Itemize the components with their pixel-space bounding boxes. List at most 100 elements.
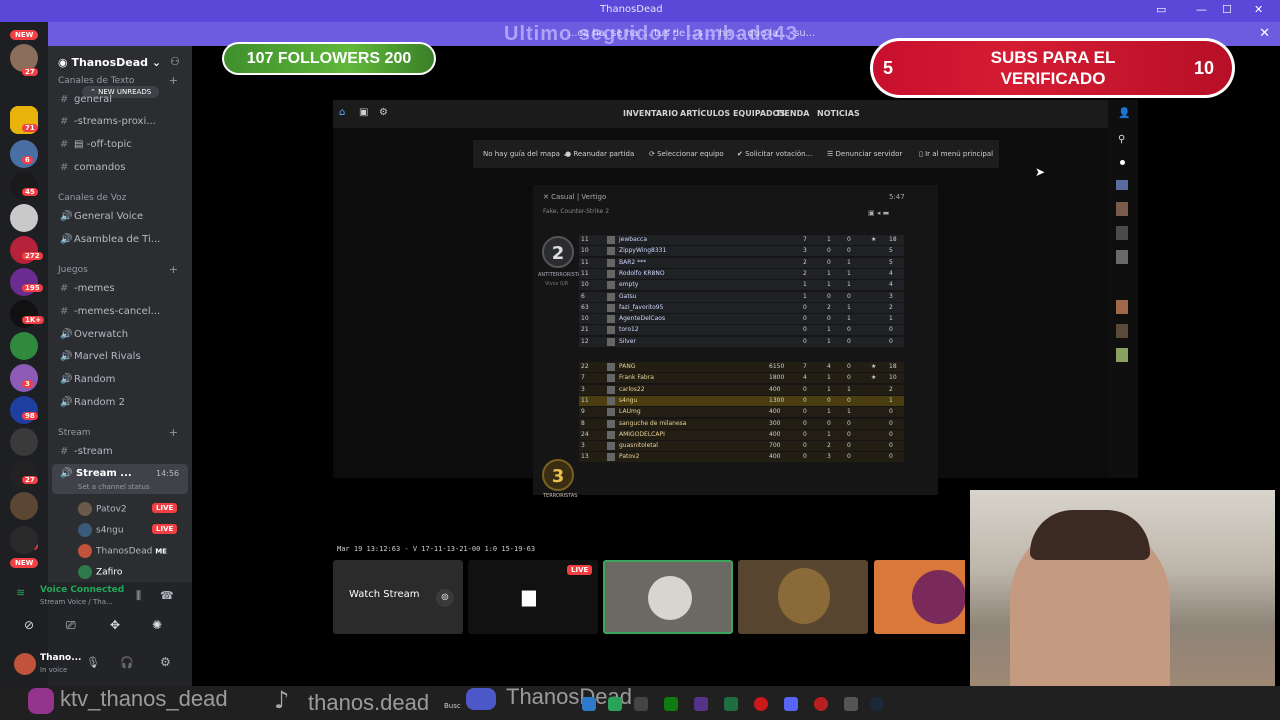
player-row[interactable]: 24 AMIGODELCAPI 400 0 1 0 0 <box>579 429 904 440</box>
nav-noticias[interactable]: NOTICIAS <box>817 109 860 118</box>
camera-off-icon[interactable]: ⊘ <box>24 618 34 632</box>
soundboard-icon[interactable]: ✺ <box>152 618 162 632</box>
voice-user-patov2[interactable]: Patov2 <box>78 502 127 516</box>
app-icon[interactable] <box>634 697 648 711</box>
add-channel-icon[interactable]: + <box>169 263 178 276</box>
disconnect-icon[interactable]: ☎ <box>160 589 174 602</box>
category-games[interactable]: Juegos <box>58 265 88 275</box>
discord-taskbar-icon[interactable] <box>784 697 798 711</box>
player-row[interactable]: 12 Silver 0 1 0 0 <box>579 336 904 347</box>
set-channel-status[interactable]: Set a channel status <box>78 483 150 491</box>
player-row[interactable]: 11 BAR2 *** 2 0 1 5 <box>579 257 904 268</box>
player-row[interactable]: 10 ZippyWing8331 3 0 0 5 <box>579 246 904 257</box>
player-row[interactable]: 6 Gatsu 1 0 0 3 <box>579 291 904 302</box>
channel-stream[interactable]: # -stream <box>60 446 113 457</box>
voice-channel-general[interactable]: 🔊 General Voice <box>60 211 143 222</box>
avatar[interactable] <box>14 653 36 675</box>
player-row[interactable]: 10 AgenteDelCaos 0 0 1 1 <box>579 314 904 325</box>
home-icon[interactable]: ⌂ <box>339 107 345 118</box>
stream-voice-channel[interactable]: 🔊 Stream ... 14:56 Set a channel status <box>52 464 188 494</box>
add-channel-icon[interactable]: + <box>169 426 178 439</box>
request-vote-button[interactable]: ✔ Solicitar votación... <box>737 150 812 158</box>
friend-avatar[interactable] <box>1116 348 1128 362</box>
server-icon[interactable] <box>10 492 38 520</box>
player-row[interactable]: 63 fazi_favorito95 0 2 1 2 <box>579 302 904 313</box>
voice-user-s4ngu[interactable]: s4ngu <box>78 523 124 537</box>
channel-streams-proximos[interactable]: # -streams-proxi... <box>60 116 156 127</box>
report-server-button[interactable]: ☰ Denunciar servidor <box>827 150 902 158</box>
server-name[interactable]: ◉ ThanosDead ⌄ <box>58 56 161 69</box>
player-row[interactable]: 9 LAUmg 400 0 1 1 0 <box>579 407 904 418</box>
taskbar-search[interactable]: Busc <box>444 702 461 710</box>
player-row[interactable]: 22 PANG 6150 7 4 0 ★ 18 <box>579 362 904 372</box>
category-stream[interactable]: Stream <box>58 428 91 438</box>
server-icon[interactable] <box>10 332 38 360</box>
headphones-icon[interactable]: 🎧 <box>120 656 134 669</box>
settings-gear-icon[interactable]: ⚙ <box>160 655 171 669</box>
voice-connected-channel[interactable]: Stream Voice / Tha... <box>40 598 113 606</box>
voice-user-thanosdead[interactable]: ThanosDead ME <box>78 544 167 558</box>
category-voice-channels[interactable]: Canales de Voz <box>58 193 126 203</box>
participant-tile[interactable] <box>874 560 966 634</box>
nav-tienda[interactable]: TIENDA <box>776 109 809 118</box>
screen-share-icon[interactable]: ⎚ <box>66 618 76 633</box>
voice-user-zafiro[interactable]: Zafiro <box>78 565 122 579</box>
friend-avatar[interactable] <box>1116 180 1128 190</box>
opera-icon[interactable] <box>754 697 768 711</box>
radio-icon[interactable]: ⚲ <box>1118 134 1125 145</box>
main-menu-button[interactable]: ▯ Ir al menú principal <box>919 150 993 158</box>
player-row[interactable]: 11 jewbacca 7 1 0 ★ 18 <box>579 235 904 245</box>
channel-memes-cancel[interactable]: # -memes-cancel... <box>60 306 160 317</box>
chrome-icon[interactable] <box>608 697 622 711</box>
briefcase-icon[interactable]: ▣ <box>359 107 368 118</box>
minimize-icon[interactable]: — <box>1196 3 1207 16</box>
player-row[interactable]: 3 guasnitoletal 700 0 2 0 0 <box>579 441 904 452</box>
steam-icon[interactable] <box>870 697 884 711</box>
participant-tile[interactable] <box>738 560 868 634</box>
file-explorer-icon[interactable] <box>582 697 596 711</box>
profile-icon[interactable]: 👤 <box>1118 108 1130 119</box>
channel-memes[interactable]: # -memes <box>60 283 115 294</box>
nav-inventario[interactable]: INVENTARIO <box>623 109 678 118</box>
settings-gear-icon[interactable]: ⚙ <box>379 107 388 118</box>
watch-stream-icon[interactable]: ⊚ <box>436 589 454 607</box>
xbox-icon[interactable] <box>664 697 678 711</box>
obs-icon[interactable] <box>814 697 828 711</box>
scoreboard-controls[interactable]: ▣ ◂ ▬ <box>868 209 889 217</box>
friend-avatar[interactable] <box>1116 226 1128 240</box>
player-row[interactable]: 11 s4ngu 1300 0 0 0 1 <box>579 395 904 406</box>
nav-articulos-equipados[interactable]: ARTÍCULOS EQUIPADOS <box>680 109 785 118</box>
voice-channel-random[interactable]: 🔊 Random <box>60 374 115 385</box>
close-window-icon[interactable]: ✕ <box>1254 3 1263 16</box>
add-member-icon[interactable]: ⚇ <box>170 55 180 68</box>
player-row[interactable]: 13 Patov2 400 0 3 0 0 <box>579 452 904 463</box>
add-channel-icon[interactable]: + <box>169 74 178 87</box>
map-guide-dropdown[interactable]: No hay guía del mapa ⌄ <box>483 150 568 158</box>
resume-match-button[interactable]: ● Reanudar partida <box>565 150 634 158</box>
friend-avatar[interactable] <box>1116 202 1128 216</box>
window-extra-icon[interactable]: ▭ <box>1156 3 1166 16</box>
server-icon[interactable] <box>10 428 38 456</box>
voice-channel-asamblea[interactable]: 🔊 Asamblea de Ti... <box>60 234 160 245</box>
player-row[interactable]: 3 carlos22 400 0 1 1 2 <box>579 384 904 395</box>
voice-channel-marvel-rivals[interactable]: 🔊 Marvel Rivals <box>60 351 141 362</box>
select-team-button[interactable]: ⟳ Seleccionar equipo <box>649 150 724 158</box>
app-icon[interactable] <box>844 697 858 711</box>
close-banner-icon[interactable]: ✕ <box>1259 26 1270 41</box>
voice-channel-random-2[interactable]: 🔊 Random 2 <box>60 397 125 408</box>
server-icon[interactable] <box>10 204 38 232</box>
channel-comandos[interactable]: # comandos <box>60 162 126 173</box>
player-row[interactable]: 7 Frank Fabra 1800 4 1 0 ★ 10 <box>579 373 904 384</box>
watch-stream-button[interactable]: Watch Stream <box>349 589 439 607</box>
maximize-icon[interactable]: ☐ <box>1222 3 1232 16</box>
player-row[interactable]: 8 sanguche de milanesa 300 0 0 0 0 <box>579 418 904 429</box>
friend-avatar[interactable] <box>1116 324 1128 338</box>
player-row[interactable]: 21 toro12 0 1 0 0 <box>579 325 904 336</box>
microphone-icon[interactable]: 🎙 <box>86 656 100 669</box>
noise-suppression-icon[interactable]: ⫼ <box>136 589 141 603</box>
server-icon[interactable] <box>10 526 38 554</box>
channel-off-topic[interactable]: # ▤ -off-topic <box>60 139 132 150</box>
player-row[interactable]: 11 Rodolfo KR8NO 2 1 1 4 <box>579 268 904 279</box>
friend-avatar[interactable] <box>1116 300 1128 314</box>
friend-avatar[interactable] <box>1116 250 1128 264</box>
